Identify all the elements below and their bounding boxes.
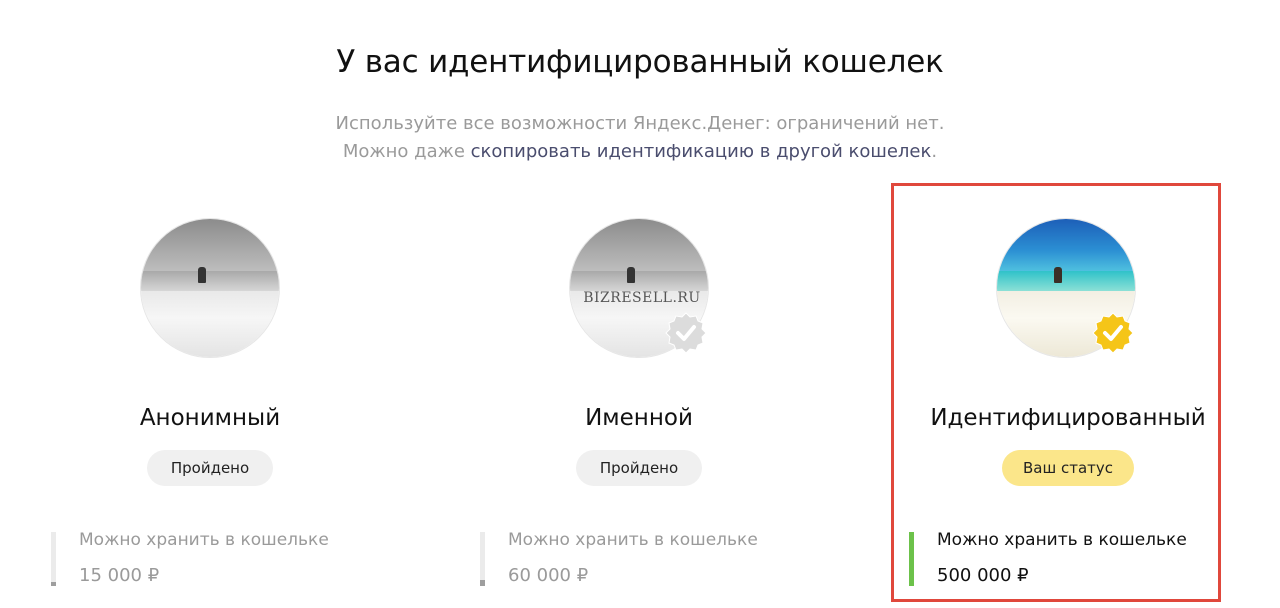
limit-bar <box>480 532 485 586</box>
subtitle-line-1: Используйте все возможности Яндекс.Денег… <box>335 113 945 134</box>
limit-value: 500 000 ₽ <box>937 565 1029 586</box>
status-card-named: BIZRESELL.RU Именной Пройдено Можно хран… <box>459 200 819 600</box>
subtitle-prefix: Можно даже <box>342 141 471 162</box>
limit-label: Можно хранить в кошельке <box>79 530 329 550</box>
limit-label: Можно хранить в кошельке <box>937 530 1187 550</box>
status-avatar: BIZRESELL.RU <box>569 218 709 358</box>
checkmark-gold-icon <box>1092 312 1134 354</box>
status-pill: Пройдено <box>147 450 273 486</box>
beach-image <box>140 218 280 358</box>
status-avatar <box>996 218 1136 358</box>
status-avatar <box>140 218 280 358</box>
limit-label: Можно хранить в кошельке <box>508 530 758 550</box>
page-title: У вас идентифицированный кошелек <box>336 44 944 80</box>
limit-bar-fill <box>480 580 485 586</box>
status-name: Анонимный <box>139 405 281 431</box>
current-status-pill: Ваш статус <box>1002 450 1134 486</box>
subtitle-line-2: Можно даже скопировать идентификацию в д… <box>0 138 1280 166</box>
limit-value: 15 000 ₽ <box>79 565 160 586</box>
status-card-anonymous: Анонимный Пройдено Можно хранить в кошел… <box>30 200 390 600</box>
limit-bar <box>909 532 914 586</box>
limit-value: 60 000 ₽ <box>508 565 589 586</box>
checkmark-gray-icon <box>665 312 707 354</box>
limit-bar <box>51 532 56 586</box>
watermark-text: BIZRESELL.RU <box>583 290 701 306</box>
page-subtitle: Используйте все возможности Яндекс.Денег… <box>0 110 1280 166</box>
status-pill: Пройдено <box>576 450 702 486</box>
status-name: Именной <box>585 405 693 431</box>
subtitle-suffix: . <box>931 141 938 162</box>
copy-identification-link[interactable]: скопировать идентификацию в другой кошел… <box>471 141 932 162</box>
limit-bar-fill <box>909 532 914 586</box>
limit-bar-fill <box>51 582 56 586</box>
status-name: Идентифицированный <box>930 405 1206 431</box>
status-card-identified: Идентифицированный Ваш статус Можно хран… <box>888 200 1248 600</box>
